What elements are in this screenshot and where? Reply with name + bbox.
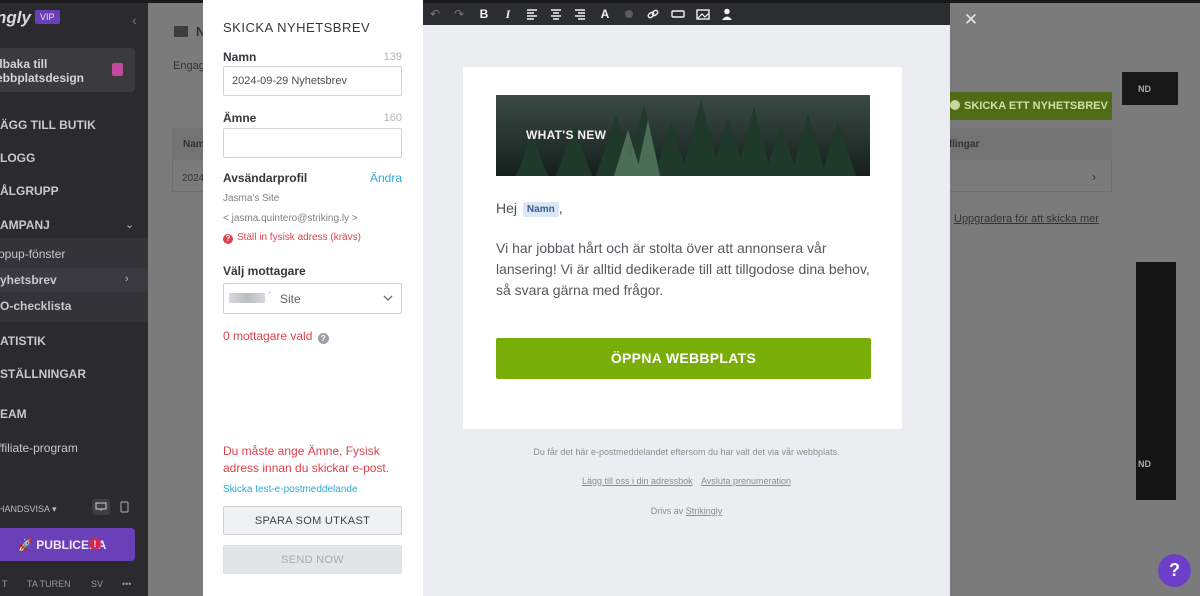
sender-name: Jasma's Site (223, 193, 280, 204)
recipients-label: Välj mottagare (223, 264, 306, 278)
save-draft-button[interactable]: SPARA SOM UTKAST (223, 506, 402, 535)
bold-icon[interactable]: B (476, 6, 492, 22)
logo: ngly (0, 8, 31, 27)
hero-title: WHAT'S NEW (526, 128, 607, 142)
sidebar-item-audience[interactable]: ÅLGRUPP (0, 184, 59, 198)
sidebar-item-settings[interactable]: STÄLLNINGAR (0, 367, 86, 381)
error-message: Du måste ange Ämne, Fysisk adress innan … (223, 444, 390, 475)
link-icon[interactable] (645, 6, 661, 22)
upgrade-link[interactable]: Uppgradera för att skicka mer (954, 213, 1099, 225)
background-sidebar: ngly VIP ‹ llbaka till ebbplatsdesign ÄG… (0, 0, 148, 596)
warning-icon: ? (223, 234, 233, 244)
send-newsletter-button[interactable]: SKICKA ETT NYHETSBREV (946, 92, 1112, 120)
email-footer-links: Lägg till oss i din adressbok Avsluta pr… (423, 476, 950, 486)
sidebar-item-newsletter[interactable]: yhetsbrev (0, 273, 57, 287)
recipients-select-value: Site (280, 292, 301, 306)
strikingly-link[interactable]: Strikingly (686, 506, 723, 516)
design-icon (112, 63, 123, 76)
email-greeting[interactable]: Hej Namn, (496, 200, 563, 217)
image-icon[interactable] (695, 6, 711, 22)
chevron-down-icon: ⌄ (125, 219, 135, 231)
blurred-site-name (229, 293, 265, 303)
change-sender-link[interactable]: Ändra (370, 171, 402, 185)
side-card-text-top: ND (1138, 84, 1151, 94)
help-chat-button[interactable]: ? (1158, 554, 1191, 587)
align-center-icon[interactable] (548, 6, 564, 22)
email-footer-note: Du får det här e-postmeddelandet efterso… (533, 447, 840, 457)
button-icon[interactable] (670, 6, 686, 22)
open-website-button[interactable]: ÖPPNA WEBBPLATS (496, 338, 871, 379)
row-chevron-icon[interactable]: › (1092, 170, 1096, 184)
sidebar-item-affiliate[interactable]: ffiliate-program (0, 441, 78, 455)
send-test-email-link[interactable]: Skicka test-e-postmeddelande (223, 484, 358, 495)
greeting-suffix: , (558, 200, 563, 216)
italic-icon[interactable]: I (500, 6, 516, 22)
desktop-icon[interactable] (92, 499, 110, 515)
collapse-chevron-icon[interactable]: ‹ (132, 12, 137, 28)
name-input[interactable] (223, 66, 402, 96)
subject-input[interactable] (223, 128, 402, 158)
unsubscribe-link[interactable]: Avsluta prenumeration (701, 476, 791, 486)
set-address-link[interactable]: Ställ in fysisk adress (krävs) (237, 232, 361, 243)
redo-icon[interactable]: ↷ (451, 6, 467, 22)
mobile-icon[interactable] (116, 499, 134, 515)
sidebar-item-stats[interactable]: ATISTIK (0, 334, 46, 348)
name-char-count: 139 (383, 51, 402, 63)
bottom-link-tour[interactable]: TA TUREN (27, 579, 71, 589)
greeting-text: Hej (496, 200, 518, 216)
powered-by-text: Drivs av (650, 506, 684, 516)
sidebar-item-seo[interactable]: O-checklista (0, 299, 71, 313)
email-footer-powered: Drivs av Strikingly (423, 506, 950, 516)
recipients-count-text: 0 mottagare vald (223, 329, 313, 343)
send-now-button[interactable]: SEND NOW (223, 545, 402, 574)
subject-label: Ämne (223, 111, 257, 125)
email-body-text[interactable]: Vi har jobbat hårt och är stolta över at… (496, 238, 871, 301)
sidebar-item-blog[interactable]: LOGG (0, 151, 35, 165)
recipients-count: 0 mottagare vald ? (223, 329, 329, 344)
text-color-icon[interactable]: A (597, 6, 613, 22)
table-header-actions: dlingar (946, 139, 980, 150)
chevron-down-icon (383, 294, 393, 302)
sidebar-item-campaign[interactable]: AMPANJ (0, 218, 50, 232)
subject-char-count: 160 (383, 112, 402, 124)
mail-icon (174, 26, 188, 37)
table-row-date: 2024 (182, 173, 205, 184)
publish-warning-icon: ! (89, 538, 101, 550)
panel-title: SKICKA NYHETSBREV (223, 20, 371, 35)
align-left-icon[interactable] (524, 6, 540, 22)
chevron-right-icon: › (125, 273, 129, 285)
sidebar-item-add-store[interactable]: ÄGG TILL BUTIK (0, 118, 96, 132)
apostrophe-mark: ` (268, 291, 271, 301)
engagement-tab[interactable]: Engag (173, 60, 205, 72)
recipients-select[interactable]: ` Site (223, 283, 402, 314)
plus-icon (950, 100, 960, 110)
more-icon[interactable]: ••• (122, 579, 131, 589)
close-modal-icon[interactable]: ✕ (962, 11, 980, 29)
sidebar-item-team[interactable]: EAM (0, 407, 27, 421)
undo-icon[interactable]: ↶ (427, 6, 443, 22)
newsletter-form-panel: SKICKA NYHETSBREV Namn 139 Ämne 160 Avsä… (203, 0, 423, 596)
table-header-name: Nam (183, 139, 205, 150)
hero-image[interactable]: WHAT'S NEW (496, 95, 870, 176)
add-to-addressbook-link[interactable]: Lägg till oss i din adressbok (582, 476, 693, 486)
preview-label: HANDSVISA (0, 504, 50, 514)
dot-icon[interactable] (621, 6, 637, 22)
sender-email: < jasma.quintero@striking.ly > (223, 213, 358, 224)
editor-toolbar: ↶ ↷ B I A (423, 3, 950, 25)
name-merge-tag[interactable]: Namn (522, 202, 559, 217)
name-label: Namn (223, 50, 257, 64)
sender-profile-label: Avsändarprofil (223, 171, 308, 185)
help-icon[interactable]: ? (317, 333, 329, 344)
preview-dropdown[interactable]: HANDSVISA ▾ (0, 504, 57, 515)
sidebar-item-popup[interactable]: opup-fönster (0, 247, 65, 261)
vip-badge: VIP (35, 10, 60, 24)
align-right-icon[interactable] (572, 6, 588, 22)
person-icon[interactable] (719, 6, 735, 22)
bottom-link-language[interactable]: SV (91, 579, 103, 589)
side-card-text-bottom: ND (1138, 459, 1151, 469)
back-to-design-label: llbaka till ebbplatsdesign (0, 57, 85, 85)
bottom-link-1[interactable]: T (2, 579, 8, 589)
